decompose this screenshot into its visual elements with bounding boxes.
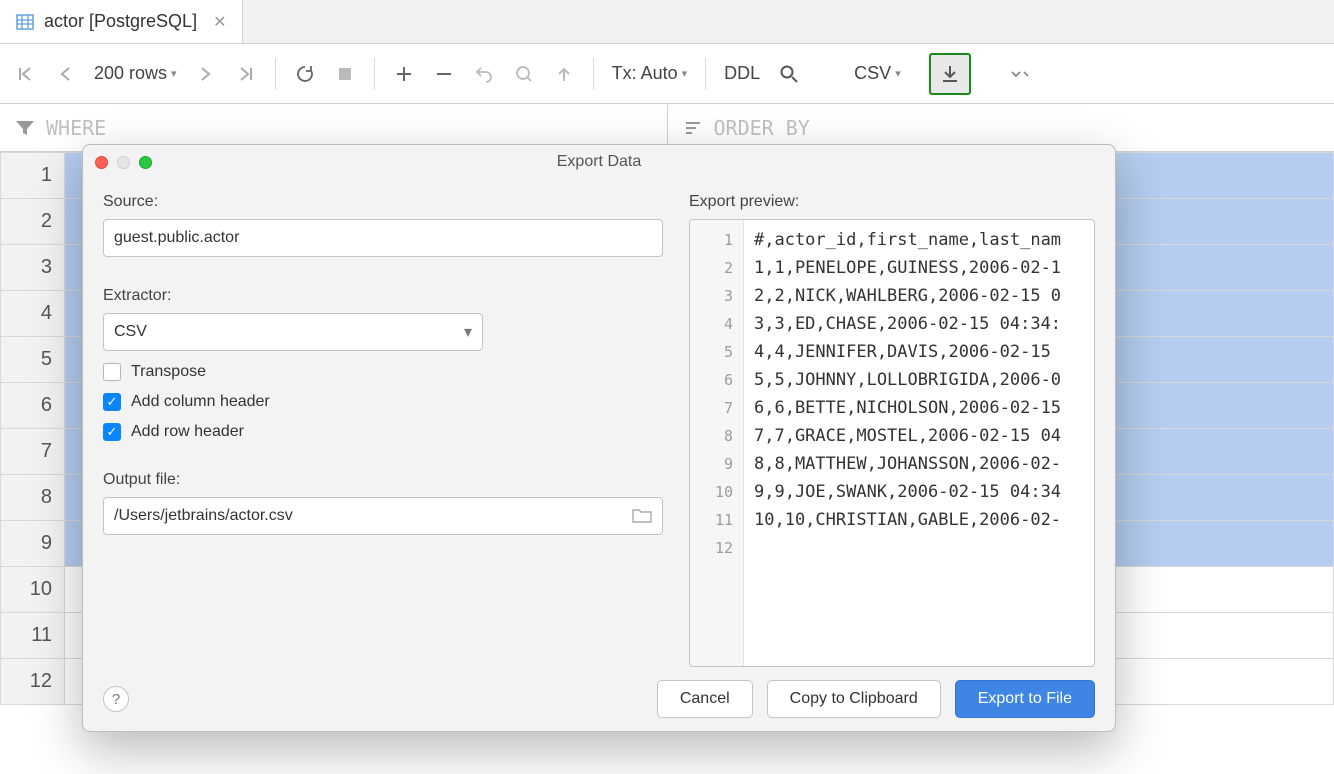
transpose-checkbox[interactable]: Transpose xyxy=(103,363,663,381)
add-row-header-checkbox[interactable]: ✓ Add row header xyxy=(103,423,663,441)
rows-dropdown[interactable]: 200 rows▾ xyxy=(88,63,183,84)
last-page-button[interactable] xyxy=(229,57,263,91)
row-number[interactable]: 1 xyxy=(1,153,65,199)
tab-title: actor [PostgreSQL] xyxy=(44,11,197,32)
checkbox-checked-icon: ✓ xyxy=(103,393,121,411)
checkbox-checked-icon: ✓ xyxy=(103,423,121,441)
row-number[interactable]: 11 xyxy=(1,613,65,659)
preview-lines: #,actor_id,first_name,last_nam1,1,PENELO… xyxy=(744,220,1094,666)
row-number[interactable]: 8 xyxy=(1,475,65,521)
output-file-field[interactable]: /Users/jetbrains/actor.csv xyxy=(103,497,663,535)
export-to-file-button[interactable]: Export to File xyxy=(955,680,1095,718)
source-label: Source: xyxy=(103,193,663,211)
reload-button[interactable] xyxy=(288,57,322,91)
format-dropdown[interactable]: CSV▾ xyxy=(848,63,907,84)
export-button[interactable] xyxy=(929,53,971,95)
tx-mode-dropdown[interactable]: Tx: Auto▾ xyxy=(606,63,694,84)
revert-button[interactable] xyxy=(467,57,501,91)
chevron-down-icon: ▾ xyxy=(895,67,901,80)
row-number[interactable]: 6 xyxy=(1,383,65,429)
first-page-button[interactable] xyxy=(8,57,42,91)
download-icon xyxy=(933,57,967,91)
sort-icon xyxy=(682,117,704,139)
prev-page-button[interactable] xyxy=(48,57,82,91)
row-number[interactable]: 5 xyxy=(1,337,65,383)
extractor-select[interactable]: CSV ▾ xyxy=(103,313,483,351)
add-row-button[interactable] xyxy=(387,57,421,91)
chevron-down-icon: ▾ xyxy=(171,67,177,80)
chevron-down-icon: ▾ xyxy=(464,322,472,342)
preview-gutter: 123456789101112 xyxy=(690,220,744,666)
search-button[interactable] xyxy=(772,57,806,91)
submit-button[interactable] xyxy=(547,57,581,91)
add-column-header-checkbox[interactable]: ✓ Add column header xyxy=(103,393,663,411)
next-page-button[interactable] xyxy=(189,57,223,91)
export-preview: 123456789101112 #,actor_id,first_name,la… xyxy=(689,219,1095,667)
row-number[interactable]: 7 xyxy=(1,429,65,475)
table-icon xyxy=(16,13,34,31)
output-file-label: Output file: xyxy=(103,471,663,489)
tab-bar: actor [PostgreSQL] ✕ xyxy=(0,0,1334,44)
row-number[interactable]: 3 xyxy=(1,245,65,291)
dialog-title: Export Data xyxy=(83,153,1115,171)
cancel-button[interactable]: Cancel xyxy=(657,680,753,718)
tab-actor[interactable]: actor [PostgreSQL] ✕ xyxy=(0,0,243,43)
remove-row-button[interactable] xyxy=(427,57,461,91)
checkbox-icon xyxy=(103,363,121,381)
toolbar: 200 rows▾ Tx: Auto▾ DDL CSV▾ xyxy=(0,44,1334,104)
chevron-down-icon: ▾ xyxy=(682,67,688,80)
filter-icon xyxy=(14,117,36,139)
export-dialog: Export Data Source: guest.public.actor E… xyxy=(82,144,1116,732)
row-number[interactable]: 2 xyxy=(1,199,65,245)
dialog-titlebar[interactable]: Export Data xyxy=(83,145,1115,179)
folder-icon[interactable] xyxy=(632,508,652,524)
row-number[interactable]: 12 xyxy=(1,659,65,705)
stop-button[interactable] xyxy=(328,57,362,91)
more-button[interactable] xyxy=(1003,57,1037,91)
row-number[interactable]: 4 xyxy=(1,291,65,337)
source-field[interactable]: guest.public.actor xyxy=(103,219,663,257)
preview-button[interactable] xyxy=(507,57,541,91)
copy-to-clipboard-button[interactable]: Copy to Clipboard xyxy=(767,680,941,718)
close-icon[interactable]: ✕ xyxy=(213,12,226,32)
help-button[interactable]: ? xyxy=(103,686,129,712)
preview-label: Export preview: xyxy=(689,193,1095,211)
row-number[interactable]: 10 xyxy=(1,567,65,613)
row-number[interactable]: 9 xyxy=(1,521,65,567)
ddl-button[interactable]: DDL xyxy=(718,63,766,84)
extractor-label: Extractor: xyxy=(103,287,663,305)
